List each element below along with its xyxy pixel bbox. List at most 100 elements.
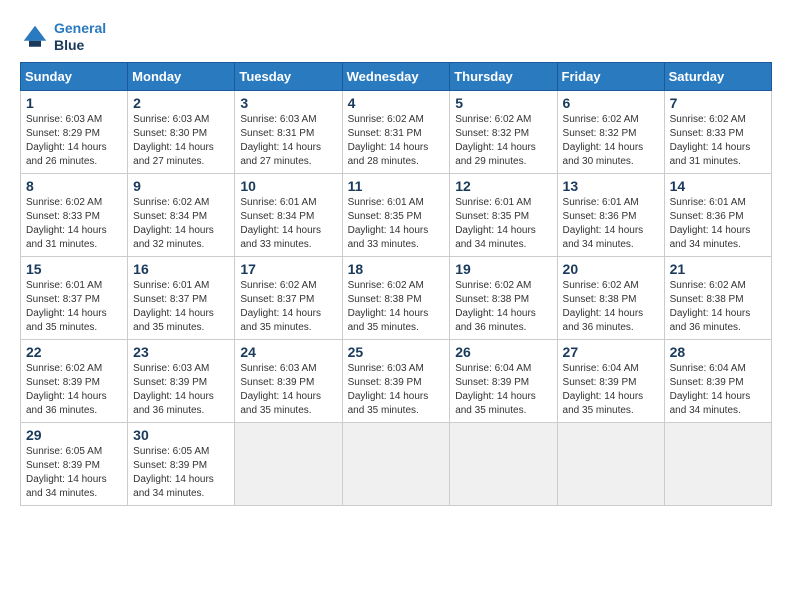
- day-number: 13: [563, 178, 659, 194]
- day-info: Sunrise: 6:02 AM Sunset: 8:39 PM Dayligh…: [26, 362, 122, 418]
- calendar-week-5: 29 Sunrise: 6:05 AM Sunset: 8:39 PM Dayli…: [21, 422, 772, 505]
- calendar-cell: 11 Sunrise: 6:01 AM Sunset: 8:35 PM Dayli…: [342, 173, 450, 256]
- day-info: Sunrise: 6:03 AM Sunset: 8:39 PM Dayligh…: [240, 362, 336, 418]
- day-number: 11: [348, 178, 445, 194]
- calendar-table: SundayMondayTuesdayWednesdayThursdayFrid…: [20, 62, 772, 506]
- day-info: Sunrise: 6:02 AM Sunset: 8:38 PM Dayligh…: [455, 279, 551, 335]
- day-number: 28: [670, 344, 766, 360]
- calendar-cell: 25 Sunrise: 6:03 AM Sunset: 8:39 PM Dayli…: [342, 339, 450, 422]
- day-number: 19: [455, 261, 551, 277]
- calendar-week-4: 22 Sunrise: 6:02 AM Sunset: 8:39 PM Dayli…: [21, 339, 772, 422]
- day-info: Sunrise: 6:01 AM Sunset: 8:35 PM Dayligh…: [348, 196, 445, 252]
- day-info: Sunrise: 6:01 AM Sunset: 8:37 PM Dayligh…: [26, 279, 122, 335]
- calendar-cell: 12 Sunrise: 6:01 AM Sunset: 8:35 PM Dayli…: [450, 173, 557, 256]
- day-number: 14: [670, 178, 766, 194]
- calendar-cell: 10 Sunrise: 6:01 AM Sunset: 8:34 PM Dayli…: [235, 173, 342, 256]
- day-info: Sunrise: 6:02 AM Sunset: 8:37 PM Dayligh…: [240, 279, 336, 335]
- logo: GeneralBlue: [20, 20, 106, 54]
- calendar-cell: 3 Sunrise: 6:03 AM Sunset: 8:31 PM Daylig…: [235, 90, 342, 173]
- weekday-thursday: Thursday: [450, 62, 557, 90]
- logo-text: GeneralBlue: [54, 20, 106, 54]
- day-number: 3: [240, 95, 336, 111]
- day-number: 12: [455, 178, 551, 194]
- page-header: GeneralBlue: [20, 20, 772, 54]
- day-number: 5: [455, 95, 551, 111]
- calendar-cell: 16 Sunrise: 6:01 AM Sunset: 8:37 PM Dayli…: [128, 256, 235, 339]
- day-info: Sunrise: 6:04 AM Sunset: 8:39 PM Dayligh…: [455, 362, 551, 418]
- day-info: Sunrise: 6:01 AM Sunset: 8:36 PM Dayligh…: [563, 196, 659, 252]
- calendar-body: 1Sunrise: 6:03 AM Sunset: 8:29 PM Daylig…: [21, 90, 772, 505]
- day-info: Sunrise: 6:01 AM Sunset: 8:36 PM Dayligh…: [670, 196, 766, 252]
- day-number: 2: [133, 95, 229, 111]
- day-number: 6: [563, 95, 659, 111]
- day-number: 25: [348, 344, 445, 360]
- calendar-cell: 7Sunrise: 6:02 AM Sunset: 8:33 PM Daylig…: [664, 90, 771, 173]
- weekday-friday: Friday: [557, 62, 664, 90]
- day-number: 1: [26, 95, 122, 111]
- weekday-monday: Monday: [128, 62, 235, 90]
- day-info: Sunrise: 6:05 AM Sunset: 8:39 PM Dayligh…: [133, 445, 229, 501]
- day-number: 30: [133, 427, 229, 443]
- day-info: Sunrise: 6:02 AM Sunset: 8:33 PM Dayligh…: [26, 196, 122, 252]
- calendar-cell: 17 Sunrise: 6:02 AM Sunset: 8:37 PM Dayli…: [235, 256, 342, 339]
- calendar-week-2: 8 Sunrise: 6:02 AM Sunset: 8:33 PM Daylig…: [21, 173, 772, 256]
- calendar-cell: [342, 422, 450, 505]
- day-number: 26: [455, 344, 551, 360]
- calendar-cell: 19 Sunrise: 6:02 AM Sunset: 8:38 PM Dayli…: [450, 256, 557, 339]
- calendar-cell: 15 Sunrise: 6:01 AM Sunset: 8:37 PM Dayli…: [21, 256, 128, 339]
- day-info: Sunrise: 6:01 AM Sunset: 8:37 PM Dayligh…: [133, 279, 229, 335]
- calendar-cell: 29 Sunrise: 6:05 AM Sunset: 8:39 PM Dayli…: [21, 422, 128, 505]
- calendar-cell: [235, 422, 342, 505]
- calendar-cell: 26 Sunrise: 6:04 AM Sunset: 8:39 PM Dayli…: [450, 339, 557, 422]
- day-info: Sunrise: 6:01 AM Sunset: 8:34 PM Dayligh…: [240, 196, 336, 252]
- calendar-cell: 5 Sunrise: 6:02 AM Sunset: 8:32 PM Daylig…: [450, 90, 557, 173]
- calendar-cell: 6 Sunrise: 6:02 AM Sunset: 8:32 PM Daylig…: [557, 90, 664, 173]
- day-info: Sunrise: 6:02 AM Sunset: 8:38 PM Dayligh…: [670, 279, 766, 335]
- day-info: Sunrise: 6:02 AM Sunset: 8:38 PM Dayligh…: [563, 279, 659, 335]
- calendar-cell: 8 Sunrise: 6:02 AM Sunset: 8:33 PM Daylig…: [21, 173, 128, 256]
- weekday-saturday: Saturday: [664, 62, 771, 90]
- calendar-cell: 20 Sunrise: 6:02 AM Sunset: 8:38 PM Dayli…: [557, 256, 664, 339]
- logo-icon: [20, 22, 50, 52]
- day-info: Sunrise: 6:05 AM Sunset: 8:39 PM Dayligh…: [26, 445, 122, 501]
- day-number: 4: [348, 95, 445, 111]
- weekday-wednesday: Wednesday: [342, 62, 450, 90]
- day-info: Sunrise: 6:02 AM Sunset: 8:32 PM Dayligh…: [563, 113, 659, 169]
- calendar-cell: 28Sunrise: 6:04 AM Sunset: 8:39 PM Dayli…: [664, 339, 771, 422]
- day-info: Sunrise: 6:03 AM Sunset: 8:31 PM Dayligh…: [240, 113, 336, 169]
- day-number: 17: [240, 261, 336, 277]
- day-info: Sunrise: 6:02 AM Sunset: 8:34 PM Dayligh…: [133, 196, 229, 252]
- weekday-tuesday: Tuesday: [235, 62, 342, 90]
- calendar-cell: 18Sunrise: 6:02 AM Sunset: 8:38 PM Dayli…: [342, 256, 450, 339]
- day-number: 22: [26, 344, 122, 360]
- day-number: 10: [240, 178, 336, 194]
- calendar-cell: [450, 422, 557, 505]
- weekday-sunday: Sunday: [21, 62, 128, 90]
- day-number: 21: [670, 261, 766, 277]
- day-number: 20: [563, 261, 659, 277]
- day-number: 8: [26, 178, 122, 194]
- day-number: 15: [26, 261, 122, 277]
- day-number: 16: [133, 261, 229, 277]
- calendar-cell: 27Sunrise: 6:04 AM Sunset: 8:39 PM Dayli…: [557, 339, 664, 422]
- calendar-cell: 23Sunrise: 6:03 AM Sunset: 8:39 PM Dayli…: [128, 339, 235, 422]
- day-number: 18: [348, 261, 445, 277]
- calendar-cell: 2 Sunrise: 6:03 AM Sunset: 8:30 PM Daylig…: [128, 90, 235, 173]
- day-info: Sunrise: 6:02 AM Sunset: 8:31 PM Dayligh…: [348, 113, 445, 169]
- day-info: Sunrise: 6:03 AM Sunset: 8:30 PM Dayligh…: [133, 113, 229, 169]
- day-number: 9: [133, 178, 229, 194]
- calendar-header-row: SundayMondayTuesdayWednesdayThursdayFrid…: [21, 62, 772, 90]
- day-info: Sunrise: 6:02 AM Sunset: 8:32 PM Dayligh…: [455, 113, 551, 169]
- day-info: Sunrise: 6:02 AM Sunset: 8:33 PM Dayligh…: [670, 113, 766, 169]
- day-info: Sunrise: 6:03 AM Sunset: 8:39 PM Dayligh…: [348, 362, 445, 418]
- day-info: Sunrise: 6:01 AM Sunset: 8:35 PM Dayligh…: [455, 196, 551, 252]
- day-number: 29: [26, 427, 122, 443]
- day-info: Sunrise: 6:04 AM Sunset: 8:39 PM Dayligh…: [563, 362, 659, 418]
- calendar-cell: 22 Sunrise: 6:02 AM Sunset: 8:39 PM Dayli…: [21, 339, 128, 422]
- calendar-cell: 4 Sunrise: 6:02 AM Sunset: 8:31 PM Daylig…: [342, 90, 450, 173]
- calendar-cell: 21 Sunrise: 6:02 AM Sunset: 8:38 PM Dayli…: [664, 256, 771, 339]
- calendar-cell: 14 Sunrise: 6:01 AM Sunset: 8:36 PM Dayli…: [664, 173, 771, 256]
- calendar-cell: 1Sunrise: 6:03 AM Sunset: 8:29 PM Daylig…: [21, 90, 128, 173]
- day-number: 23: [133, 344, 229, 360]
- calendar-cell: [664, 422, 771, 505]
